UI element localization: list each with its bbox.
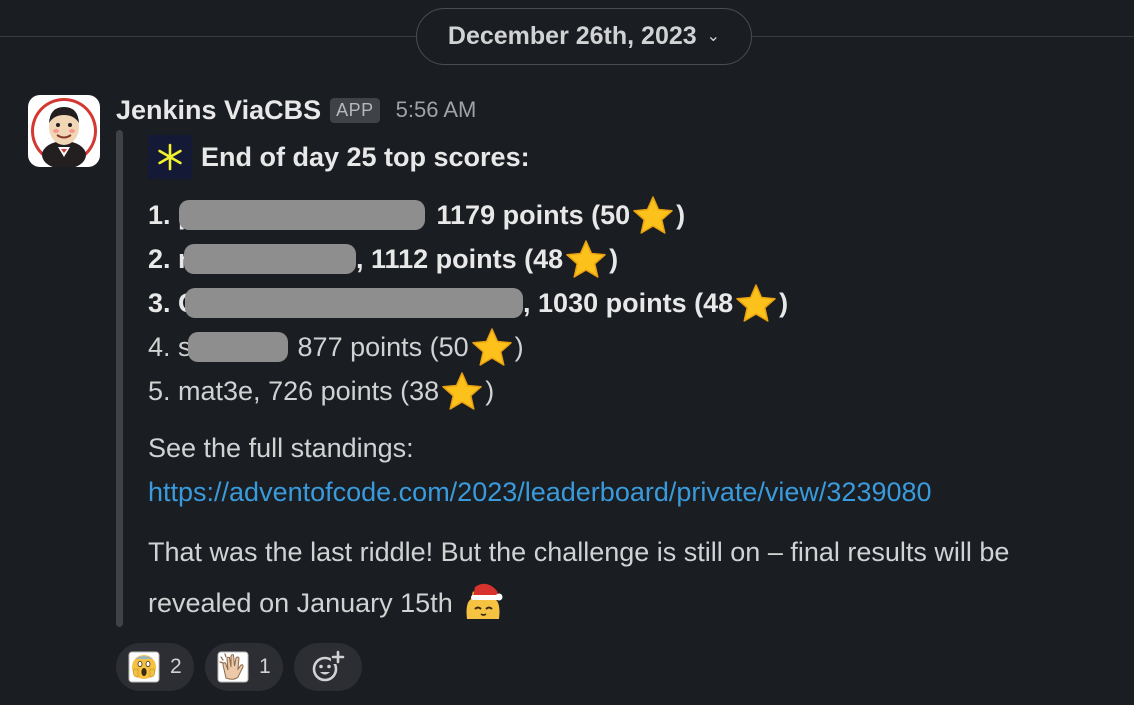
jenkins-logo-icon	[31, 98, 97, 167]
closing-text-line-1: That was the last riddle! But the challe…	[148, 537, 1010, 567]
score-row-2: 2. m , 1112 points (48 )	[148, 237, 618, 281]
closing-text: revealed on January 15th	[148, 587, 453, 618]
message-timestamp[interactable]: 5:56 AM	[396, 97, 477, 123]
add-reaction-button[interactable]	[294, 643, 362, 691]
add-emoji-icon	[311, 650, 345, 684]
date-divider-button[interactable]: December 26th, 2023 ⌄	[416, 8, 752, 65]
reaction-clap[interactable]: 1	[205, 643, 283, 691]
clap-icon	[217, 651, 249, 683]
redacted-name	[184, 244, 357, 274]
star-icon	[632, 195, 674, 235]
message-header: Jenkins ViaCBS APP 5:56 AM	[116, 92, 476, 128]
standings-link[interactable]: https://adventofcode.com/2023/leaderboar…	[148, 477, 932, 508]
score-close: )	[514, 331, 524, 362]
score-close: )	[609, 243, 619, 274]
reaction-count: 2	[170, 655, 182, 678]
closing-text-line-2: revealed on January 15th	[148, 581, 505, 625]
score-row-4: 4. sl 877 points (50 )	[148, 325, 524, 369]
redacted-name	[187, 332, 288, 362]
app-badge: APP	[330, 97, 380, 123]
avatar[interactable]	[28, 95, 100, 167]
score-close: )	[485, 375, 495, 406]
score-close: )	[676, 199, 686, 230]
score-close: )	[779, 287, 789, 318]
sparkle-star-icon	[148, 135, 192, 179]
score-text: 1179 points (50	[436, 199, 631, 230]
redacted-name	[178, 200, 425, 230]
attachment-bar	[116, 130, 123, 627]
score-text: 877 points (50	[297, 331, 469, 362]
star-icon	[441, 371, 483, 411]
redacted-name	[185, 288, 524, 318]
scream-face-icon	[128, 651, 160, 683]
reaction-count: 1	[259, 655, 271, 678]
score-text: , 1030 points (48	[523, 287, 734, 318]
chevron-down-icon: ⌄	[706, 27, 721, 45]
date-label: December 26th, 2023	[447, 22, 697, 50]
score-row-3: 3. G , 1030 points (48 )	[148, 281, 788, 325]
title-line: End of day 25 top scores:	[148, 135, 530, 179]
score-text: , 1112 points (48	[356, 243, 564, 274]
star-icon	[565, 239, 607, 279]
score-row-5: 5. mat3e, 726 points (38 )	[148, 369, 494, 413]
scores-title: End of day 25 top scores:	[201, 141, 530, 172]
star-icon	[471, 327, 513, 367]
reaction-scream[interactable]: 2	[116, 643, 194, 691]
santa-cat-icon	[461, 581, 505, 625]
sender-name[interactable]: Jenkins ViaCBS	[116, 95, 321, 126]
star-icon	[735, 283, 777, 323]
standings-label: See the full standings:	[148, 433, 414, 463]
score-text: 5. mat3e, 726 points (38	[148, 375, 440, 406]
score-row-1: 1. p 1179 points (50 )	[148, 193, 685, 237]
slack-channel-view: December 26th, 2023 ⌄ Jenkins ViaCBS APP…	[0, 0, 1134, 705]
